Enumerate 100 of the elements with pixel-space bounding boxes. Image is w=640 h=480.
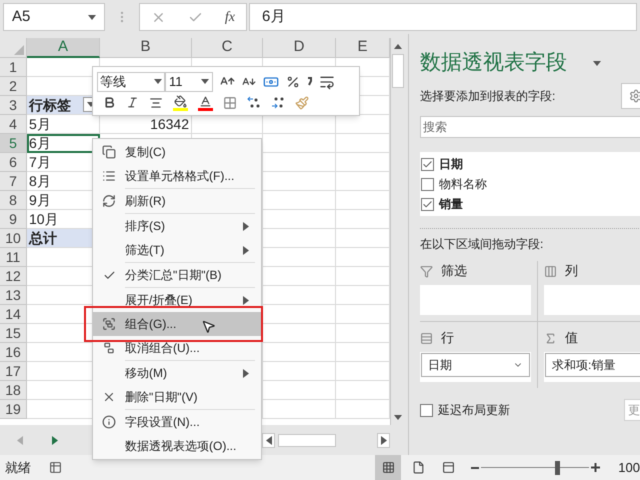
formula-field[interactable]: 6月 — [249, 3, 637, 31]
row-header[interactable]: 5 — [0, 134, 27, 153]
refresh-icon — [102, 194, 116, 208]
row-header[interactable]: 3 — [0, 96, 27, 115]
row-header[interactable]: 12 — [0, 267, 27, 286]
scroll-left-icon[interactable] — [266, 436, 272, 444]
cell-text: 16342 — [150, 116, 189, 132]
row-header[interactable]: 1 — [0, 58, 27, 77]
zoom-level[interactable]: 100 — [618, 458, 640, 478]
italic-icon[interactable] — [126, 96, 139, 109]
scroll-thumb[interactable] — [278, 434, 336, 446]
row-header[interactable]: 7 — [0, 172, 27, 191]
next-sheet-icon[interactable] — [52, 436, 58, 444]
row-header[interactable]: 10 — [0, 229, 27, 248]
column-header[interactable]: C — [192, 38, 263, 58]
wrap-text-icon[interactable] — [319, 74, 335, 90]
font-size-dropdown[interactable]: 11 — [165, 72, 213, 92]
field-name[interactable]: 物料名称 — [439, 175, 487, 193]
fill-color-icon[interactable] — [173, 94, 188, 110]
checkbox[interactable] — [420, 404, 433, 416]
area-field-dropdown[interactable]: 日期 — [421, 353, 530, 377]
menu-item[interactable]: 分类汇总"日期"(B) — [93, 263, 261, 287]
row-header[interactable]: 17 — [0, 362, 27, 381]
column-header[interactable]: B — [100, 38, 192, 58]
row-header[interactable]: 2 — [0, 77, 27, 96]
view-button[interactable] — [375, 455, 402, 480]
align-center-icon[interactable] — [149, 96, 163, 110]
menu-item[interactable]: 组合(G)... — [93, 312, 261, 336]
area-field-dropdown[interactable]: 求和项:销量 — [545, 353, 640, 377]
drop-area[interactable]: 日期 — [420, 352, 531, 382]
rows-icon — [420, 332, 433, 344]
table-cell[interactable] — [263, 305, 336, 324]
decrease-decimal-icon[interactable] — [271, 96, 285, 109]
row-header[interactable]: 14 — [0, 305, 27, 324]
scroll-right-icon[interactable] — [380, 436, 386, 444]
submenu-arrow-icon[interactable] — [243, 222, 249, 230]
area-label: 列 — [565, 262, 578, 280]
borders-icon[interactable] — [223, 96, 237, 110]
comma-icon[interactable] — [307, 77, 312, 86]
row-header[interactable]: 9 — [0, 210, 27, 229]
font-name-dropdown[interactable]: 等线 — [97, 72, 165, 92]
row-header[interactable]: 18 — [0, 381, 27, 400]
table-cell[interactable] — [263, 191, 336, 210]
field-name[interactable]: 日期 — [439, 155, 463, 173]
table-cell[interactable] — [263, 286, 336, 305]
row-header[interactable]: 4 — [0, 115, 27, 134]
table-cell[interactable] — [263, 324, 336, 343]
name-box[interactable]: A5 — [3, 3, 105, 31]
table-cell[interactable] — [263, 153, 336, 172]
submenu-arrow-icon[interactable] — [243, 246, 249, 254]
search-field[interactable]: 搜索 — [420, 116, 640, 138]
table-cell[interactable] — [263, 362, 336, 381]
menu-item[interactable]: 取消组合(U)... — [93, 336, 261, 360]
horizontal-scrollbar[interactable] — [262, 432, 390, 448]
checkbox[interactable] — [421, 178, 434, 190]
scroll-up-icon[interactable] — [394, 44, 402, 48]
submenu-arrow-icon[interactable] — [243, 296, 249, 304]
font-color-icon[interactable] — [198, 94, 213, 110]
row-header[interactable]: 19 — [0, 400, 27, 419]
insert-function-button[interactable]: fx — [224, 6, 235, 28]
table-cell[interactable] — [263, 172, 336, 191]
table-cell[interactable] — [263, 229, 336, 248]
table-cell[interactable] — [263, 343, 336, 362]
menu-item[interactable]: 字段设置(N)... — [93, 410, 261, 434]
zoom-thumb[interactable] — [554, 460, 560, 474]
row-header[interactable]: 11 — [0, 248, 27, 267]
drop-area[interactable]: 求和项:销量 — [544, 352, 640, 382]
percent-icon[interactable] — [286, 74, 300, 88]
cell-text: 5月 — [29, 116, 51, 132]
row-header[interactable]: 16 — [0, 343, 27, 362]
menu-item[interactable]: 删除"日期"(V) — [93, 385, 261, 409]
increase-decimal-icon[interactable] — [247, 96, 261, 109]
table-cell[interactable] — [263, 400, 336, 419]
menu-item[interactable]: 移动(M) — [93, 361, 261, 385]
table-cell[interactable] — [263, 210, 336, 229]
table-cell[interactable] — [263, 381, 336, 400]
checkbox[interactable] — [421, 158, 434, 170]
zoom-slider[interactable] — [481, 460, 590, 474]
row-header[interactable]: 13 — [0, 286, 27, 305]
table-cell[interactable] — [263, 134, 336, 153]
macro-icon[interactable] — [49, 461, 62, 474]
zoom-in-button[interactable] — [591, 463, 600, 472]
column-header[interactable]: D — [263, 38, 336, 58]
row-header[interactable]: 6 — [0, 153, 27, 172]
table-cell[interactable]: 6月 — [27, 134, 100, 153]
field-name[interactable]: 销量 — [439, 195, 463, 213]
format-painter-icon[interactable] — [295, 96, 309, 110]
column-header[interactable]: A — [27, 38, 100, 58]
table-cell[interactable] — [263, 267, 336, 286]
table-cell[interactable] — [263, 248, 336, 267]
menu-item[interactable]: 数据透视表选项(O)... — [93, 434, 261, 458]
defer-update-label: 延迟布局更新 — [438, 402, 510, 419]
checkbox[interactable] — [421, 198, 434, 210]
row-header[interactable]: 15 — [0, 324, 27, 343]
row-header[interactable]: 8 — [0, 191, 27, 210]
bold-icon[interactable] — [103, 96, 116, 109]
previous-sheet-icon[interactable] — [17, 436, 23, 444]
submenu-arrow-icon[interactable] — [243, 368, 249, 378]
area-label: 值 — [565, 329, 578, 348]
scroll-thumb[interactable] — [392, 54, 404, 88]
